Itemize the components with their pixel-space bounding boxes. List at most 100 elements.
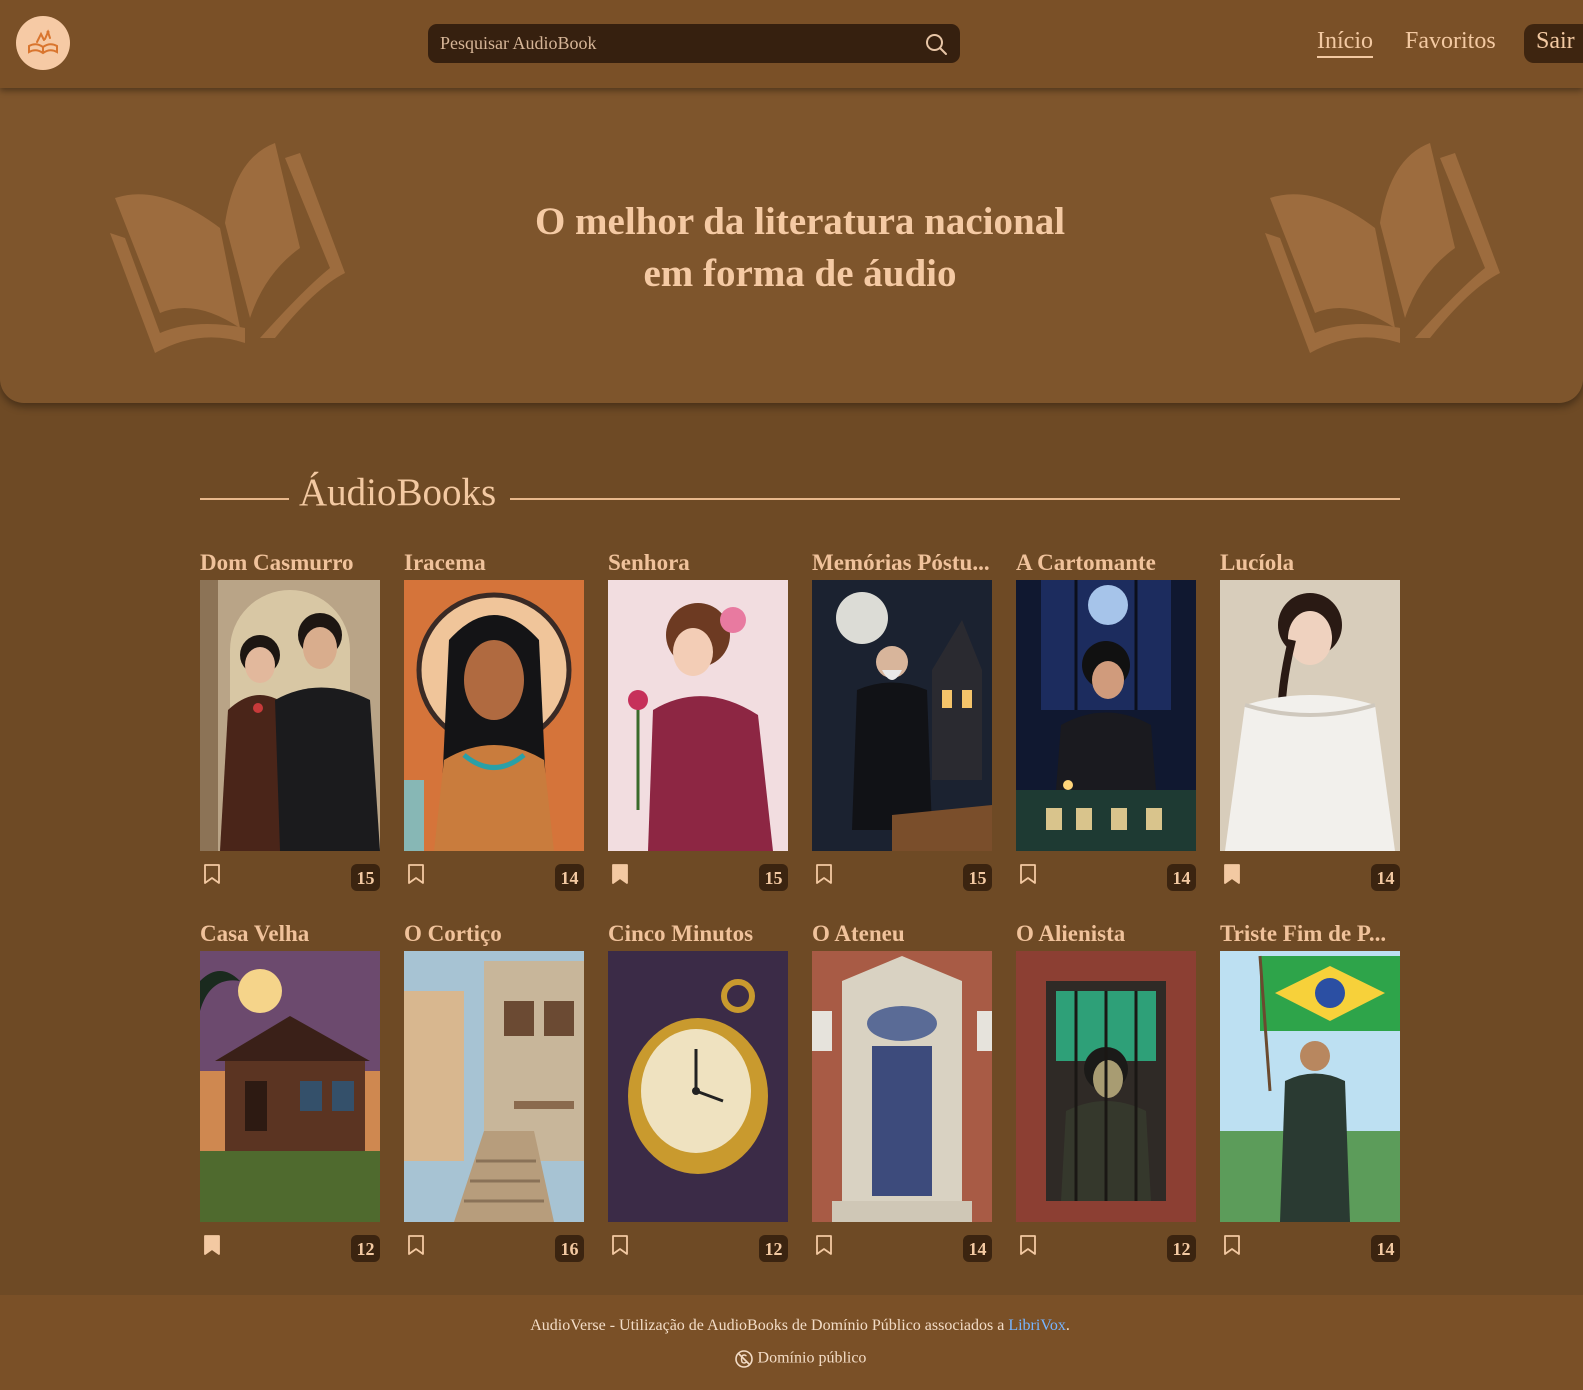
- bookmark-icon[interactable]: [1222, 1234, 1242, 1256]
- bookmark-icon[interactable]: [814, 1234, 834, 1256]
- footer: AudioVerse - Utilização de AudioBooks de…: [0, 1295, 1583, 1390]
- section-title: ÁudioBooks: [299, 471, 497, 514]
- search-icon[interactable]: [924, 32, 948, 56]
- audiobook-card[interactable]: O Alienista 12: [1016, 919, 1196, 1262]
- card-footer: 14: [1220, 1222, 1400, 1262]
- book-title[interactable]: Iracema: [404, 548, 584, 578]
- cover-illustration: [200, 580, 380, 851]
- book-title[interactable]: O Cortiço: [404, 919, 584, 949]
- audiobook-card[interactable]: Senhora 15: [608, 548, 788, 891]
- chapter-count-badge: 12: [759, 1235, 788, 1262]
- cover-illustration: [1016, 951, 1196, 1222]
- book-logo-icon: [28, 29, 58, 55]
- book-title[interactable]: Senhora: [608, 548, 788, 578]
- book-title[interactable]: Memórias Póstu...: [812, 548, 992, 578]
- hero-line-2: em forma de áudio: [643, 252, 957, 295]
- nav-favorites[interactable]: Favoritos: [1405, 28, 1496, 55]
- card-footer: 12: [608, 1222, 788, 1262]
- footer-text: AudioVerse - Utilização de AudioBooks de…: [530, 1317, 1009, 1334]
- chapter-count-badge: 12: [1167, 1235, 1196, 1262]
- bookmark-icon[interactable]: [814, 863, 834, 885]
- card-footer: 14: [1016, 851, 1196, 891]
- logo[interactable]: [16, 16, 70, 70]
- book-cover[interactable]: [608, 580, 788, 851]
- nav-home[interactable]: Início: [1317, 28, 1373, 58]
- license-text: Domínio público: [757, 1349, 867, 1367]
- bookmark-icon[interactable]: [610, 863, 630, 885]
- cover-illustration: [404, 580, 584, 851]
- card-footer: 15: [200, 851, 380, 891]
- chapter-count-badge: 15: [963, 864, 992, 891]
- chapter-count-badge: 14: [1371, 1235, 1400, 1262]
- footer-credit: AudioVerse - Utilização de AudioBooks de…: [0, 1317, 1583, 1335]
- book-cover[interactable]: [812, 580, 992, 851]
- card-footer: 14: [812, 1222, 992, 1262]
- cover-illustration: [1016, 580, 1196, 851]
- book-cover[interactable]: [200, 580, 380, 851]
- book-cover[interactable]: [1016, 951, 1196, 1222]
- hero-banner: O melhor da literatura nacional em forma…: [0, 88, 1583, 403]
- cover-illustration: [812, 580, 992, 851]
- bookmark-icon[interactable]: [610, 1234, 630, 1256]
- book-cover[interactable]: [1220, 580, 1400, 851]
- audiobook-card[interactable]: Dom Casmurro 15: [200, 548, 380, 891]
- cover-illustration: [1220, 580, 1400, 851]
- chapter-count-badge: 16: [555, 1235, 584, 1262]
- book-cover[interactable]: [608, 951, 788, 1222]
- card-footer: 12: [200, 1222, 380, 1262]
- chapter-count-badge: 12: [351, 1235, 380, 1262]
- logout-button[interactable]: Sair: [1524, 24, 1583, 63]
- chapter-count-badge: 15: [351, 864, 380, 891]
- audiobook-card[interactable]: Memórias Póstu... 15: [812, 548, 992, 891]
- public-domain-icon: [734, 1350, 753, 1368]
- audiobook-card[interactable]: O Ateneu 14: [812, 919, 992, 1262]
- card-footer: 15: [608, 851, 788, 891]
- bookmark-icon[interactable]: [1018, 863, 1038, 885]
- book-cover[interactable]: [1220, 951, 1400, 1222]
- book-cover[interactable]: [1016, 580, 1196, 851]
- bookmark-icon[interactable]: [406, 1234, 426, 1256]
- bookmark-icon[interactable]: [406, 863, 426, 885]
- book-title[interactable]: Cinco Minutos: [608, 919, 788, 949]
- bookmark-icon[interactable]: [202, 863, 222, 885]
- cover-illustration: [1220, 951, 1400, 1222]
- book-cover[interactable]: [404, 580, 584, 851]
- book-cover[interactable]: [812, 951, 992, 1222]
- cover-illustration: [404, 951, 584, 1222]
- audiobook-card[interactable]: A Cartomante 14: [1016, 548, 1196, 891]
- audiobook-card[interactable]: Cinco Minutos 12: [608, 919, 788, 1262]
- card-footer: 12: [1016, 1222, 1196, 1262]
- book-title[interactable]: Dom Casmurro: [200, 548, 380, 578]
- bookmark-icon[interactable]: [202, 1234, 222, 1256]
- bookmark-icon[interactable]: [1222, 863, 1242, 885]
- header: Início Favoritos Sair: [0, 0, 1583, 88]
- book-cover[interactable]: [200, 951, 380, 1222]
- book-title[interactable]: O Ateneu: [812, 919, 992, 949]
- bookmark-icon[interactable]: [1018, 1234, 1038, 1256]
- chapter-count-badge: 15: [759, 864, 788, 891]
- chapter-count-badge: 14: [1167, 864, 1196, 891]
- chapter-count-badge: 14: [555, 864, 584, 891]
- section-header: ÁudioBooks: [200, 468, 1400, 518]
- librivox-link[interactable]: LibriVox: [1008, 1317, 1065, 1334]
- search-input[interactable]: [440, 24, 910, 63]
- audiobook-card[interactable]: Triste Fim de P... 14: [1220, 919, 1400, 1262]
- book-title[interactable]: Lucíola: [1220, 548, 1400, 578]
- audiobook-card[interactable]: Casa Velha 12: [200, 919, 380, 1262]
- cover-illustration: [608, 951, 788, 1222]
- book-title[interactable]: Casa Velha: [200, 919, 380, 949]
- cover-illustration: [608, 580, 788, 851]
- book-title[interactable]: Triste Fim de P...: [1220, 919, 1400, 949]
- audiobook-card[interactable]: Iracema 14: [404, 548, 584, 891]
- book-cover[interactable]: [404, 951, 584, 1222]
- search-bar: [428, 24, 960, 63]
- cover-illustration: [200, 951, 380, 1222]
- hero-title: O melhor da literatura nacional em forma…: [0, 196, 1583, 300]
- audiobook-card[interactable]: O Cortiço 16: [404, 919, 584, 1262]
- book-title[interactable]: O Alienista: [1016, 919, 1196, 949]
- book-title[interactable]: A Cartomante: [1016, 548, 1196, 578]
- hero-line-1: O melhor da literatura nacional: [534, 200, 1066, 243]
- audiobook-card[interactable]: Lucíola 14: [1220, 548, 1400, 891]
- card-footer: 16: [404, 1222, 584, 1262]
- card-footer: 15: [812, 851, 992, 891]
